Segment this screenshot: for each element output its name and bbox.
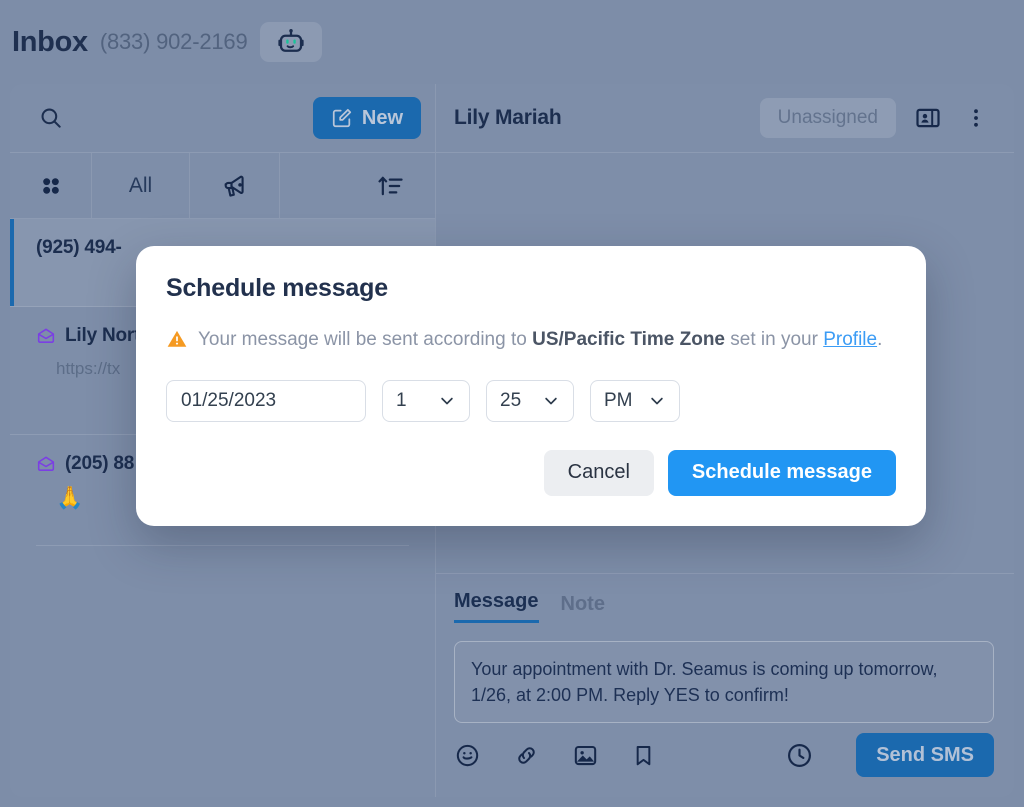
image-icon[interactable]	[572, 742, 599, 769]
ampm-select[interactable]: PM	[590, 379, 680, 422]
emoji-smiley-icon[interactable]	[454, 742, 481, 769]
conversation-title-text: (925) 494-	[36, 237, 122, 258]
hour-select[interactable]: 1	[382, 379, 470, 422]
warning-prefix: Your message will be sent according to	[198, 329, 533, 350]
conversation-title-text: Lily Nort	[65, 325, 141, 346]
filter-row: All	[10, 153, 435, 219]
assignment-badge[interactable]: Unassigned	[759, 98, 896, 138]
filter-sort-button[interactable]	[280, 153, 435, 218]
envelope-open-icon	[37, 456, 55, 471]
chevron-down-icon	[441, 397, 453, 405]
tab-message[interactable]: Message	[454, 590, 539, 623]
thread-header: Lily Mariah Unassigned	[436, 84, 1014, 153]
sort-ascending-icon	[378, 176, 403, 195]
bot-button[interactable]	[259, 22, 322, 62]
page-header: Inbox (833) 902-2169	[0, 0, 1024, 84]
new-conversation-label: New	[361, 106, 403, 129]
warning-triangle-icon	[167, 330, 187, 347]
minute-value: 25	[500, 389, 522, 411]
grid-icon	[42, 177, 59, 194]
tab-note[interactable]: Note	[561, 593, 605, 623]
account-phone-number: (833) 902-2169	[99, 29, 248, 54]
link-icon[interactable]	[513, 742, 540, 769]
contact-card-icon	[916, 108, 940, 128]
modal-title: Schedule message	[166, 274, 388, 302]
screen-root: Inbox (833) 902-2169 New All (925) 494- …	[0, 0, 1024, 807]
bookmark-icon[interactable]	[631, 743, 656, 768]
new-conversation-button[interactable]: New	[312, 97, 421, 139]
warning-timezone: US/Pacific Time Zone	[532, 329, 725, 350]
message-input[interactable]: Your appointment with Dr. Seamus is comi…	[454, 641, 994, 724]
schedule-message-button[interactable]: Schedule message	[667, 449, 896, 496]
compose-icon	[332, 108, 351, 128]
filter-all-button[interactable]: All	[92, 153, 190, 218]
megaphone-icon	[224, 175, 244, 197]
filter-broadcast-button[interactable]	[190, 153, 280, 218]
composer-toolbar: Send SMS	[454, 733, 994, 778]
filter-all-label: All	[128, 173, 153, 197]
clock-icon[interactable]	[785, 741, 814, 770]
chevron-down-icon	[651, 397, 663, 405]
search-row: New	[10, 84, 435, 153]
schedule-fields: 1 25 PM	[166, 379, 896, 422]
contact-card-button[interactable]	[910, 100, 946, 136]
more-vertical-icon	[974, 109, 978, 127]
filter-grid-button[interactable]	[10, 153, 92, 218]
composer: Message Note Your appointment with Dr. S…	[436, 573, 1014, 778]
conversation-title-text: (205) 88	[65, 453, 135, 474]
composer-tabs: Message Note	[454, 590, 994, 623]
schedule-message-modal: Schedule message Your message will be se…	[136, 246, 926, 526]
cancel-button[interactable]: Cancel	[543, 449, 654, 496]
date-input[interactable]	[166, 379, 366, 422]
warning-suffix: .	[877, 329, 883, 350]
minute-select[interactable]: 25	[486, 379, 574, 422]
profile-link[interactable]: Profile	[823, 329, 877, 350]
warning-middle: set in your	[725, 329, 824, 350]
send-sms-button[interactable]: Send SMS	[856, 733, 994, 778]
page-title: Inbox	[12, 25, 88, 58]
modal-actions: Cancel Schedule message	[166, 449, 896, 496]
ampm-value: PM	[604, 389, 633, 411]
contact-name: Lily Mariah	[454, 106, 562, 129]
robot-icon	[277, 29, 304, 52]
hour-value: 1	[396, 389, 407, 411]
search-icon[interactable]	[38, 105, 64, 131]
list-divider	[36, 545, 409, 546]
envelope-open-icon	[37, 328, 55, 343]
modal-warning-text: Your message will be sent according to U…	[198, 325, 882, 356]
modal-warning: Your message will be sent according to U…	[166, 325, 886, 356]
thread-more-button[interactable]	[960, 102, 992, 134]
chevron-down-icon	[545, 397, 557, 405]
